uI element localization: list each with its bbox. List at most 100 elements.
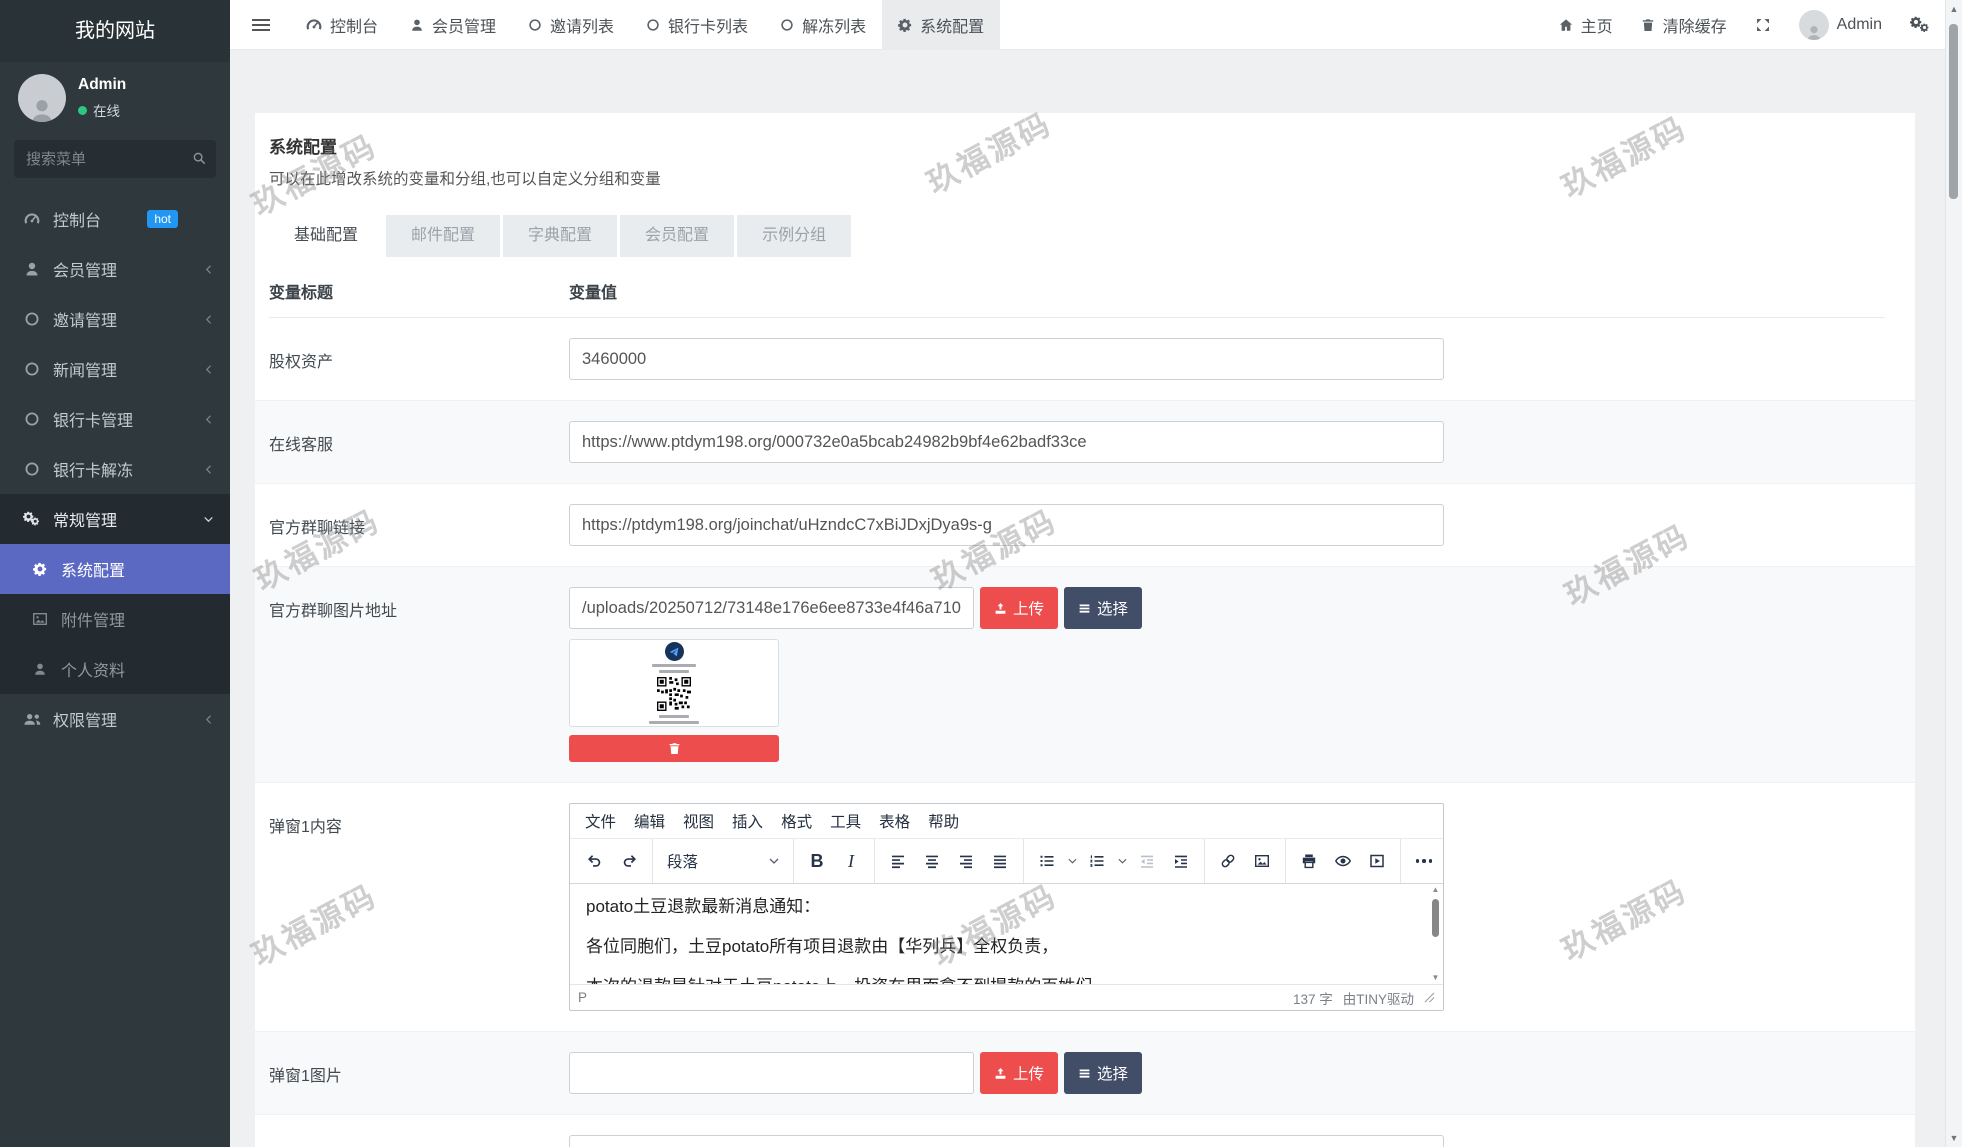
sidebar-item-members[interactable]: 会员管理 — [0, 244, 230, 294]
tab-dictionary-config[interactable]: 字典配置 — [503, 215, 618, 257]
sidebar-item-permissions[interactable]: 权限管理 — [0, 694, 230, 744]
table-row: 弹窗1跳转地址 — [255, 1115, 1915, 1147]
print-button[interactable] — [1292, 844, 1326, 878]
online-service-input[interactable] — [569, 421, 1444, 463]
page-scrollbar[interactable]: ▲ ▼ — [1945, 0, 1962, 1147]
menu-edit[interactable]: 编辑 — [625, 806, 674, 836]
preview-button[interactable] — [1326, 844, 1360, 878]
upload-icon — [994, 602, 1007, 615]
align-left-button[interactable] — [881, 844, 915, 878]
menu-format[interactable]: 格式 — [772, 806, 821, 836]
person-icon — [33, 662, 47, 676]
choose-button[interactable]: 选择 — [1064, 587, 1143, 629]
table-row: 官方群聊图片地址 上传 选择 — [255, 567, 1915, 783]
scroll-down-icon[interactable]: ▼ — [1432, 973, 1440, 983]
nav-tab-system-config[interactable]: 系统配置 — [882, 0, 1001, 50]
scroll-up-icon[interactable]: ▲ — [1432, 885, 1440, 895]
delete-image-button[interactable] — [569, 735, 779, 762]
sidebar-item-bankcards[interactable]: 银行卡管理 — [0, 394, 230, 444]
menu-file[interactable]: 文件 — [576, 806, 625, 836]
circle-icon — [24, 361, 40, 377]
hot-badge: hot — [147, 210, 178, 228]
popup1-image-input[interactable] — [569, 1052, 974, 1094]
sidebar-item-bankcard-unfreeze[interactable]: 银行卡解冻 — [0, 444, 230, 494]
editor-content[interactable]: potato土豆退款最新消息通知： 各位同胞们，土豆potato所有项目退款由【… — [570, 884, 1443, 984]
clear-cache-button[interactable]: 清除缓存 — [1627, 0, 1741, 50]
nav-tab-bankcard-list[interactable]: 银行卡列表 — [630, 0, 764, 50]
sidebar-menu: 控制台 hot 会员管理 邀请管理 新闻管理 银行卡管理 银行卡解冻 常规管理 … — [0, 194, 230, 744]
sidebar-item-invites[interactable]: 邀请管理 — [0, 294, 230, 344]
sidebar-item-news[interactable]: 新闻管理 — [0, 344, 230, 394]
circle-icon — [528, 18, 542, 32]
menu-help[interactable]: 帮助 — [919, 806, 968, 836]
choose-button[interactable]: 选择 — [1064, 1052, 1143, 1094]
editor-scrollbar[interactable]: ▲ ▼ — [1429, 885, 1442, 983]
chevron-down-icon — [769, 858, 779, 865]
scrollbar-thumb[interactable] — [1432, 899, 1439, 937]
tab-member-config[interactable]: 会员配置 — [620, 215, 735, 257]
sidebar-item-general[interactable]: 常规管理 — [0, 494, 230, 544]
numbered-list-caret[interactable] — [1114, 844, 1130, 878]
bold-button[interactable]: B — [800, 844, 834, 878]
insert-image-button[interactable] — [1245, 844, 1279, 878]
equity-input[interactable] — [569, 338, 1444, 380]
indent-button[interactable] — [1164, 844, 1198, 878]
tab-mail-config[interactable]: 邮件配置 — [386, 215, 501, 257]
upload-button[interactable]: 上传 — [980, 587, 1059, 629]
align-justify-icon — [992, 853, 1008, 869]
tab-basic-config[interactable]: 基础配置 — [269, 215, 384, 257]
resize-grip-icon[interactable] — [1424, 992, 1435, 1003]
print-icon — [1301, 853, 1317, 869]
settings-button[interactable] — [1896, 0, 1945, 50]
popup1-link-input[interactable] — [569, 1135, 1444, 1147]
sidebar-item-attachments[interactable]: 附件管理 — [0, 594, 230, 644]
table-header: 变量标题 变量值 — [269, 257, 1885, 318]
sidebar-item-system-config[interactable]: 系统配置 — [0, 544, 230, 594]
block-format-select[interactable]: 段落 — [659, 844, 787, 878]
redo-button[interactable] — [612, 844, 646, 878]
element-path[interactable]: P — [578, 990, 587, 1005]
align-center-button[interactable] — [915, 844, 949, 878]
numbered-list-button[interactable] — [1080, 844, 1114, 878]
home-icon — [1559, 18, 1573, 32]
nav-tab-members[interactable]: 会员管理 — [394, 0, 512, 50]
hamburger-menu-button[interactable] — [252, 16, 270, 34]
home-button[interactable]: 主页 — [1545, 0, 1627, 50]
fullscreen-button[interactable] — [1741, 0, 1785, 50]
italic-button[interactable]: I — [834, 844, 868, 878]
align-right-button[interactable] — [949, 844, 983, 878]
sidebar-group-general: 常规管理 系统配置 附件管理 个人资料 — [0, 494, 230, 694]
undo-button[interactable] — [578, 844, 612, 878]
scroll-up-icon[interactable]: ▲ — [1946, 4, 1962, 14]
search-icon[interactable] — [192, 151, 206, 165]
scrollbar-thumb[interactable] — [1949, 24, 1958, 199]
align-justify-button[interactable] — [983, 844, 1017, 878]
nav-tab-console[interactable]: 控制台 — [290, 0, 394, 50]
nav-tab-invite-list[interactable]: 邀请列表 — [512, 0, 630, 50]
tab-example-group[interactable]: 示例分组 — [737, 215, 852, 257]
search-input[interactable] — [14, 140, 216, 178]
bullet-list-caret[interactable] — [1064, 844, 1080, 878]
group-chat-link-input[interactable] — [569, 504, 1444, 546]
bullet-list-button[interactable] — [1030, 844, 1064, 878]
outdent-button[interactable] — [1130, 844, 1164, 878]
menu-table[interactable]: 表格 — [870, 806, 919, 836]
link-button[interactable] — [1211, 844, 1245, 878]
more-toolbar-button[interactable] — [1407, 844, 1441, 878]
group-image-preview[interactable] — [569, 639, 779, 727]
user-menu[interactable]: Admin — [1785, 0, 1896, 50]
scroll-down-icon[interactable]: ▼ — [1946, 1133, 1962, 1143]
nav-tab-unfreeze-list[interactable]: 解冻列表 — [764, 0, 882, 50]
word-count[interactable]: 137 字 — [1293, 988, 1333, 1008]
sidebar-item-console[interactable]: 控制台 hot — [0, 194, 230, 244]
upload-button[interactable]: 上传 — [980, 1052, 1059, 1094]
menu-insert[interactable]: 插入 — [723, 806, 772, 836]
menu-tools[interactable]: 工具 — [821, 806, 870, 836]
avatar[interactable] — [18, 74, 66, 122]
sidebar-item-label: 系统配置 — [61, 563, 126, 580]
telegram-logo — [664, 642, 684, 661]
group-chat-image-input[interactable] — [569, 587, 974, 629]
media-button[interactable] — [1360, 844, 1394, 878]
menu-view[interactable]: 视图 — [674, 806, 723, 836]
sidebar-item-profile[interactable]: 个人资料 — [0, 644, 230, 694]
